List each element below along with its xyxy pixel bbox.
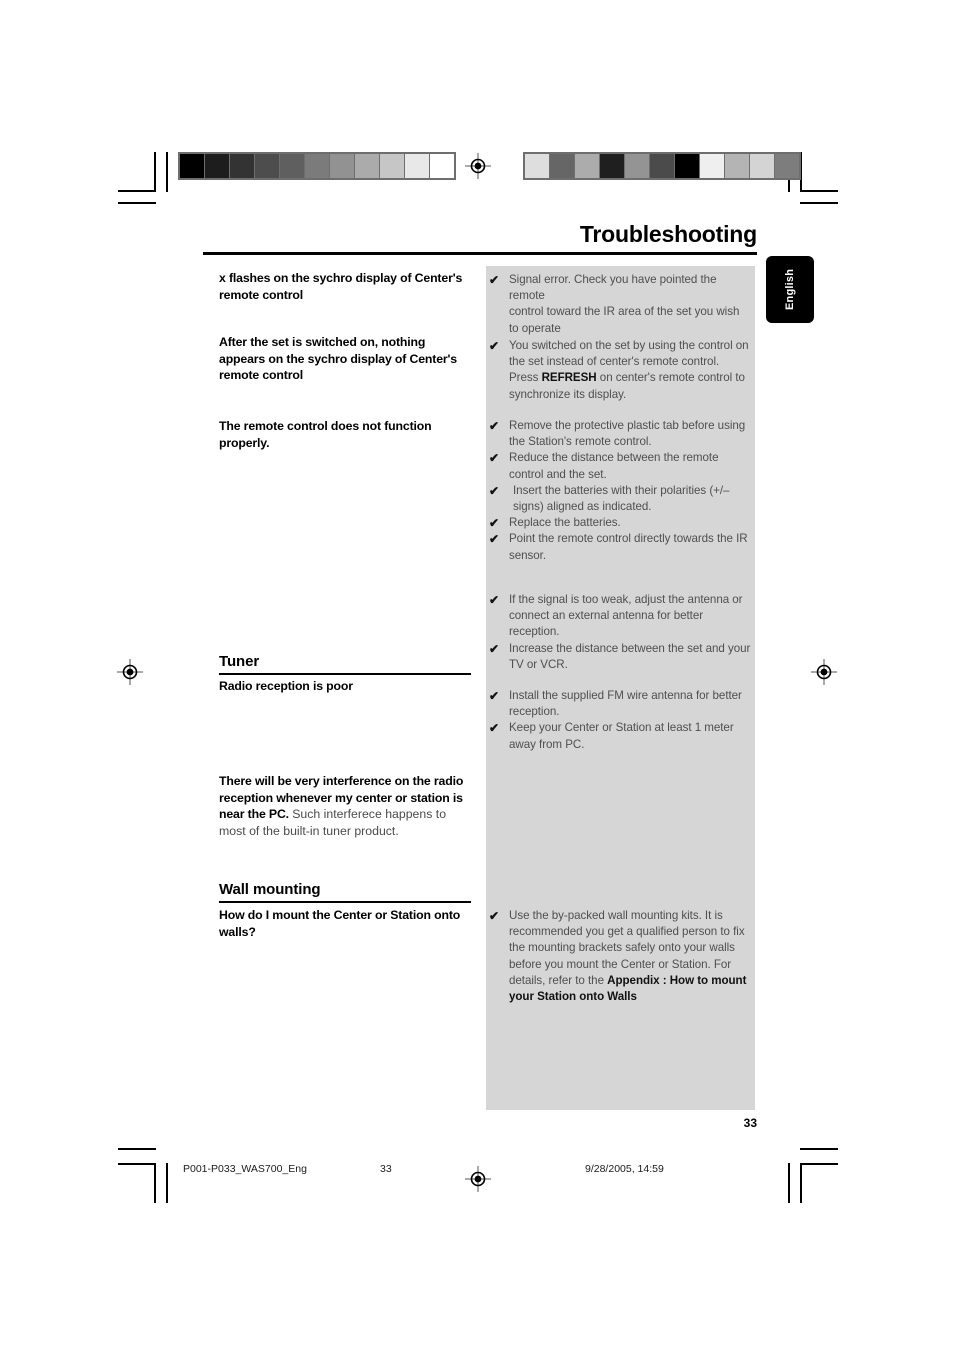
section-divider-tuner xyxy=(219,673,471,675)
language-tab: English xyxy=(766,256,814,323)
answer-bullet-continuation: to operate xyxy=(489,321,751,337)
answer-group-fm-antenna: ✔ Install the supplied FM wire antenna f… xyxy=(489,688,751,753)
print-footer-page: 33 xyxy=(380,1163,392,1175)
page-title: Troubleshooting xyxy=(579,221,757,247)
title-divider xyxy=(203,252,757,255)
answer-bullet: ✔ Use the by-packed wall mounting kits. … xyxy=(489,908,751,1005)
answer-text: Increase the distance between the set an… xyxy=(509,641,751,671)
answer-bullet: ✔ Signal error. Check you have pointed t… xyxy=(489,272,751,304)
answer-text: Remove the protective plastic tab before… xyxy=(509,419,746,449)
answer-bullet: ✔ Replace the batteries. xyxy=(489,515,751,531)
question-nothing-appears: After the set is switched on, nothing ap… xyxy=(219,335,457,382)
answer-text: to operate xyxy=(509,321,561,335)
section-divider-wall-mounting xyxy=(219,901,471,903)
answer-text: Signal error. Check you have pointed the… xyxy=(509,273,717,303)
answer-group-radio-reception: ✔ If the signal is too weak, adjust the … xyxy=(489,592,751,673)
question-radio-reception-poor: Radio reception is poor xyxy=(219,679,353,693)
answer-text: Use the by-packed wall mounting kits. It… xyxy=(509,908,751,1005)
answer-bullet: ✔ Point the remote control directly towa… xyxy=(489,531,751,563)
print-footer-timestamp: 9/28/2005, 14:59 xyxy=(585,1163,664,1175)
check-icon: ✔ xyxy=(489,419,500,433)
section-heading-wall-mounting: Wall mounting xyxy=(219,881,321,898)
answer-bullet: ✔ Increase the distance between the set … xyxy=(489,641,751,673)
question-synchro-flash: x flashes on the sychro display of Cente… xyxy=(219,271,463,302)
answer-text: control toward the IR area of the set yo… xyxy=(509,305,740,319)
answer-group-synchro-flash: ✔ Signal error. Check you have pointed t… xyxy=(489,272,751,337)
question-wall-mounting: How do I mount the Center or Station ont… xyxy=(219,908,461,939)
answer-bullet: ✔ Remove the protective plastic tab befo… xyxy=(489,418,751,450)
question-pc-interference: There will be very interference on the r… xyxy=(219,773,471,840)
answer-group-nothing-appears: ✔ You switched on the set by using the c… xyxy=(489,338,751,403)
answer-bullet: ✔ Insert the batteries with their polari… xyxy=(489,483,751,515)
answer-text-emphasis: REFRESH xyxy=(541,371,597,385)
answer-bullet: ✔ Reduce the distance between the remote… xyxy=(489,450,751,482)
check-icon: ✔ xyxy=(489,641,500,656)
check-icon: ✔ xyxy=(489,273,500,287)
check-icon: ✔ xyxy=(489,339,500,353)
answer-text: Keep your Center or Station at least 1 m… xyxy=(509,721,734,751)
bullet-spacer xyxy=(489,321,509,337)
language-tab-label: English xyxy=(784,268,796,311)
check-icon: ✔ xyxy=(489,516,500,531)
page-content: Troubleshooting English x flashes on the… xyxy=(0,0,954,1351)
answer-text: Replace the batteries. xyxy=(509,516,621,530)
answer-text: Install the supplied FM wire antenna for… xyxy=(509,689,742,719)
bullet-spacer xyxy=(489,304,509,320)
check-icon: ✔ xyxy=(489,721,500,736)
answer-text: If the signal is too weak, adjust the an… xyxy=(509,593,743,639)
answer-text: Point the remote control directly toward… xyxy=(509,532,748,562)
check-icon: ✔ xyxy=(489,593,500,607)
print-footer-filename: P001-P033_WAS700_Eng xyxy=(183,1163,307,1175)
answer-text: Insert the batteries with their polariti… xyxy=(513,483,730,514)
check-icon: ✔ xyxy=(489,689,500,703)
answer-bullet: ✔ Keep your Center or Station at least 1… xyxy=(489,720,751,752)
check-icon: ✔ xyxy=(489,909,500,923)
answer-bullet-continuation: control toward the IR area of the set yo… xyxy=(489,304,751,320)
question-remote-not-function: The remote control does not function pro… xyxy=(219,419,432,450)
check-icon: ✔ xyxy=(489,451,500,466)
page-number: 33 xyxy=(743,1116,757,1130)
section-heading-tuner: Tuner xyxy=(219,653,260,670)
check-icon: ✔ xyxy=(489,483,500,498)
answer-text: You switched on the set by using the con… xyxy=(509,338,751,403)
answer-bullet: ✔ You switched on the set by using the c… xyxy=(489,338,751,403)
answer-bullet: ✔ Install the supplied FM wire antenna f… xyxy=(489,688,751,720)
answer-bullet: ✔ If the signal is too weak, adjust the … xyxy=(489,592,751,641)
answer-text: Reduce the distance between the remote c… xyxy=(509,451,719,481)
answer-group-wall-mounting: ✔ Use the by-packed wall mounting kits. … xyxy=(489,908,751,1005)
check-icon: ✔ xyxy=(489,532,500,547)
answer-group-remote-not-function: ✔ Remove the protective plastic tab befo… xyxy=(489,418,751,564)
